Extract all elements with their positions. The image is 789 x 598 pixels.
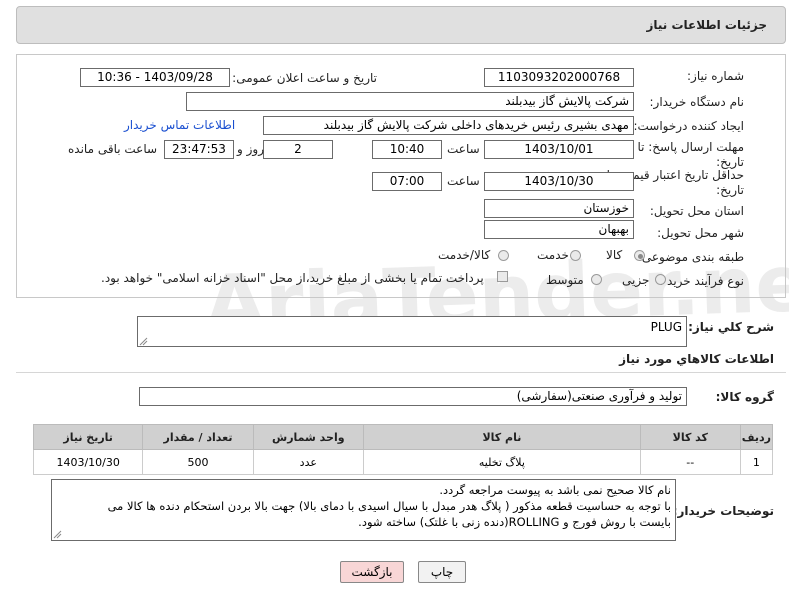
items-table: ردیف کد کالا نام کالا واحد شمارش تعداد /… [32,424,774,475]
deadline-time-label: ساعت [447,142,480,156]
category-label: طبقه بندی موضوعی: [637,250,744,264]
validity-label-date: تاریخ: [716,183,744,197]
city-label: شهر محل تحویل: [657,226,744,240]
province-field: خوزستان [484,199,634,218]
need-number-label: شماره نیاز: [687,69,744,83]
buyer-org-field: شرکت پالایش گاز بیدبلند [186,92,634,111]
days-field: 2 [263,140,333,159]
col-header-row: ردیف [739,424,774,450]
announce-label: تاریخ و ساعت اعلان عمومی: [232,71,377,85]
validity-date-field: 1403/10/30 [484,172,634,191]
buyer-notes-line-3: بایست با روش فورج و ROLLING(دنده زنی با … [358,515,671,529]
description-text: PLUG [650,320,682,334]
section-divider [16,372,786,373]
creator-field: مهدی بشیری رئیس خریدهای داخلی شرکت پالای… [263,116,634,135]
process-label: نوع فرآیند خرید : [659,274,744,288]
creator-label: ایجاد کننده درخواست: [633,119,744,133]
buyer-org-label: نام دستگاه خریدار: [649,95,745,109]
validity-time-label: ساعت [447,174,480,188]
resize-handle-icon [139,337,148,346]
days-label: روز و [237,142,264,156]
back-button[interactable]: بازگشت [340,561,404,583]
deadline-label: مهلت ارسال پاسخ: تا [637,140,744,154]
col-header-code: کد کالا [639,424,741,450]
deadline-label-date: تاریخ: [716,155,744,169]
category-option-service: خدمت [537,248,569,262]
items-section-title: اطلاعات کالاهاي مورد نياز [619,352,774,366]
category-option-goods: کالا [606,248,623,262]
page-title: جزئیات اطلاعات نیاز [646,18,767,32]
category-option-both: کالا/خدمت [438,248,491,262]
buyer-notes-label: توضیحات خریدار: [672,504,774,518]
treasury-payment-checkbox[interactable] [497,271,508,282]
payment-note: پرداخت تمام یا بخشی از مبلغ خرید،از محل … [101,271,484,285]
cell-date: 1403/10/30 [32,449,144,475]
contact-buyer-link[interactable]: اطلاعات تماس خریدار [124,118,235,132]
category-radio-both[interactable] [498,250,509,261]
col-header-date: تاریخ نیاز [32,424,144,450]
cell-name: پلاگ تخلیه [362,449,641,475]
deadline-time-field: 10:40 [372,140,442,159]
announce-field: 1403/09/28 - 10:36 [80,68,230,87]
buyer-notes-textarea[interactable]: نام کالا صحیح نمی باشد به پیوست مراجعه گ… [51,479,676,541]
table-row: 1 -- پلاگ تخلیه عدد 500 1403/10/30 [32,449,774,475]
cell-code: -- [639,449,741,475]
buyer-notes-line-1: نام کالا صحیح نمی باشد به پیوست مراجعه گ… [439,483,671,497]
group-field: تولید و فرآوری صنعتی(سفارشی) [139,387,687,406]
buyer-notes-line-2: با توجه به حساسیت قطعه مذکور ( پلاگ هدر … [107,499,671,513]
city-field: بهبهان [484,220,634,239]
notes-resize-handle-icon [53,530,62,539]
remaining-label: ساعت باقی مانده [68,142,158,156]
process-radio-medium[interactable] [591,274,602,285]
col-header-name: نام کالا [362,424,641,450]
remaining-time-field: 23:47:53 [164,140,234,159]
group-label: گروه کالا: [715,390,774,404]
province-label: استان محل تحویل: [649,204,744,218]
print-button[interactable]: چاپ [418,561,466,583]
col-header-qty: تعداد / مقدار [142,424,254,450]
process-radio-minor[interactable] [655,274,666,285]
page-header: جزئیات اطلاعات نیاز [16,6,786,44]
cell-unit: عدد [252,449,364,475]
process-option-minor: جزیی [622,273,650,287]
process-option-medium: متوسط [546,273,584,287]
cell-qty: 500 [142,449,254,475]
description-label: شرح کلي نياز: [688,320,774,334]
category-radio-service[interactable] [570,250,581,261]
need-number-field: 1103093202000768 [484,68,634,87]
description-textarea[interactable]: PLUG [137,316,687,347]
validity-time-field: 07:00 [372,172,442,191]
deadline-date-field: 1403/10/01 [484,140,634,159]
cell-row-number: 1 [739,449,774,475]
category-radio-goods[interactable] [634,250,645,261]
col-header-unit: واحد شمارش [252,424,364,450]
